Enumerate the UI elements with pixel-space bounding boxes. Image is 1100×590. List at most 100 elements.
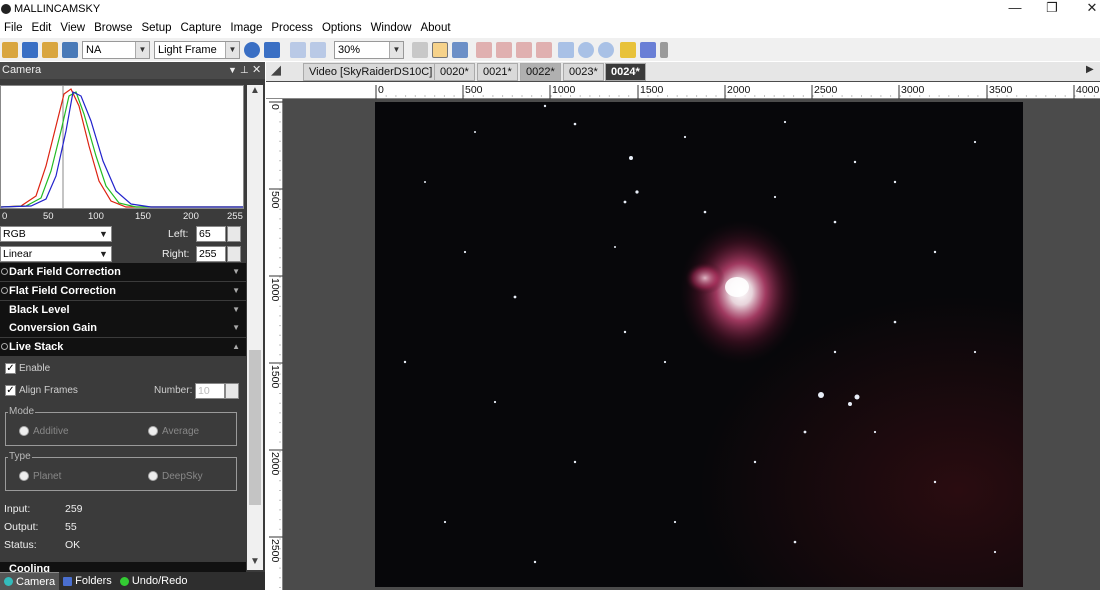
menu-view[interactable]: View (56, 22, 90, 34)
ruler-vertical: 0 500 1000 1500 2000 2500 (266, 99, 283, 590)
tab-0022[interactable]: 0022* (520, 63, 561, 81)
histogram[interactable] (0, 85, 244, 209)
section-flat-field-correction[interactable]: Flat Field Correction ▼ (0, 282, 246, 300)
arrow-right-red-icon[interactable] (536, 41, 552, 58)
ruler-label: 0 (378, 84, 384, 96)
tab-0024[interactable]: 0024* (605, 63, 646, 81)
back-icon[interactable] (578, 41, 594, 58)
menu-edit[interactable]: Edit (28, 22, 57, 34)
undo-redo-icon (119, 576, 129, 586)
thermometer-icon[interactable] (660, 41, 668, 58)
enable-checkbox[interactable]: ✓ (5, 363, 16, 374)
radio-deepsky[interactable] (148, 471, 158, 481)
tab-0023[interactable]: 0023* (563, 63, 604, 81)
tab-camera[interactable]: Camera (0, 572, 60, 590)
section-dark-field-correction[interactable]: Dark Field Correction ▼ (0, 263, 246, 281)
menu-browse[interactable]: Browse (90, 22, 137, 34)
menu-options[interactable]: Options (318, 22, 367, 34)
menu-about[interactable]: About (416, 22, 455, 34)
camera-select[interactable]: NA ▼ (82, 40, 150, 59)
document-tabstrip: ◢ Video [SkyRaiderDS10C] 0020* 0021* 002… (266, 62, 1100, 81)
play-icon[interactable] (264, 41, 280, 58)
radio-planet[interactable] (19, 471, 29, 481)
left-value-slider[interactable] (227, 226, 241, 242)
left-value-input[interactable]: 65 (196, 226, 226, 242)
open-folder-icon[interactable] (2, 41, 18, 58)
timer-icon[interactable] (244, 41, 260, 58)
panel-scroll-thumb[interactable] (249, 350, 261, 505)
tab-folders[interactable]: Folders (59, 572, 116, 590)
section-conversion-gain[interactable]: Conversion Gain ▼ (0, 319, 246, 337)
panel-close-icon[interactable]: ✕ (252, 62, 261, 79)
expand-icon (1, 343, 8, 350)
histogram-tick: 255 (227, 211, 243, 222)
open-file-icon[interactable] (42, 41, 58, 58)
camera-connect-icon[interactable] (62, 41, 78, 58)
trapezium-core (725, 277, 749, 297)
type-group-title: Type (8, 451, 32, 462)
chevron-down-icon: ▼ (135, 41, 149, 58)
output-label: Output: (4, 521, 39, 533)
menu-window[interactable]: Window (367, 22, 417, 34)
save-icon[interactable] (22, 41, 38, 58)
tab-video[interactable]: Video [SkyRaiderDS10C] (303, 63, 439, 81)
move-icon[interactable] (558, 41, 574, 58)
number-stepper[interactable] (225, 383, 239, 399)
radio-additive[interactable] (19, 426, 29, 436)
forward-icon[interactable] (598, 41, 614, 58)
section-black-level[interactable]: Black Level ▼ (0, 301, 246, 319)
app-title: MALLINCAMSKY (14, 3, 101, 15)
record-icon[interactable] (310, 41, 326, 58)
section-cooling[interactable]: Cooling (0, 562, 246, 572)
ruler-label: 3000 (901, 84, 925, 96)
tab-scroll-left-icon[interactable]: ◢ (271, 62, 281, 78)
frame-type-select[interactable]: Light Frame ▼ (154, 40, 240, 59)
zoom-select[interactable]: 30% ▼ (334, 40, 404, 59)
stars-icon[interactable] (620, 41, 636, 58)
stretch-mode-select[interactable]: Linear ▼ (0, 246, 112, 262)
enable-label: Enable (19, 363, 51, 374)
tab-undo-redo[interactable]: Undo/Redo (116, 572, 192, 590)
chevron-down-icon: ▼ (232, 305, 240, 314)
panel-menu-icon[interactable]: ▼ (228, 62, 237, 79)
menu-process[interactable]: Process (267, 22, 318, 34)
crop-icon[interactable] (452, 41, 468, 58)
input-label: Input: (4, 503, 31, 515)
arrow-down-red-icon[interactable] (516, 41, 532, 58)
ruler-horizontal-ticks (375, 85, 1100, 99)
minimize-button[interactable]: — (995, 0, 1035, 18)
menu-image[interactable]: Image (226, 22, 267, 34)
pause-icon[interactable] (290, 41, 306, 58)
chevron-down-icon: ▼ (232, 267, 240, 276)
menu-setup[interactable]: Setup (137, 22, 176, 34)
hand-pan-icon[interactable] (432, 41, 448, 58)
tab-0020[interactable]: 0020* (434, 63, 475, 81)
select-region-icon[interactable] (412, 41, 428, 58)
scroll-up-icon[interactable]: ▲ (250, 85, 260, 96)
align-frames-checkbox[interactable]: ✓ (5, 385, 16, 396)
arrow-up-red-icon[interactable] (496, 41, 512, 58)
settings-icon[interactable] (640, 41, 656, 58)
right-value-input[interactable]: 255 (196, 246, 226, 262)
section-live-stack[interactable]: Live Stack ▲ (0, 338, 246, 356)
restore-button[interactable]: ❐ (1032, 0, 1072, 18)
scroll-down-icon[interactable]: ▼ (250, 556, 260, 567)
tab-0021[interactable]: 0021* (477, 63, 518, 81)
menu-capture[interactable]: Capture (177, 22, 227, 34)
pin-icon[interactable]: ⊥ (240, 62, 249, 79)
radio-average[interactable] (148, 426, 158, 436)
right-value-slider[interactable] (227, 246, 241, 262)
nebula-image[interactable] (375, 102, 1023, 587)
tab-scroll-right-icon[interactable]: ▶ (1086, 64, 1094, 75)
close-window-button[interactable]: ✕ (1072, 0, 1100, 18)
panel-title: Camera (2, 64, 42, 76)
color-mode-select[interactable]: RGB ▼ (0, 226, 112, 242)
chevron-up-icon: ▲ (232, 342, 240, 351)
app-logo-icon (1, 4, 11, 14)
number-label: Number: (154, 385, 193, 396)
cross-red-icon[interactable] (476, 41, 492, 58)
number-input[interactable]: 10 (195, 383, 225, 399)
ruler-label: 0 (269, 104, 281, 110)
menu-file[interactable]: File (0, 22, 28, 34)
ruler-label: 2000 (727, 84, 751, 96)
